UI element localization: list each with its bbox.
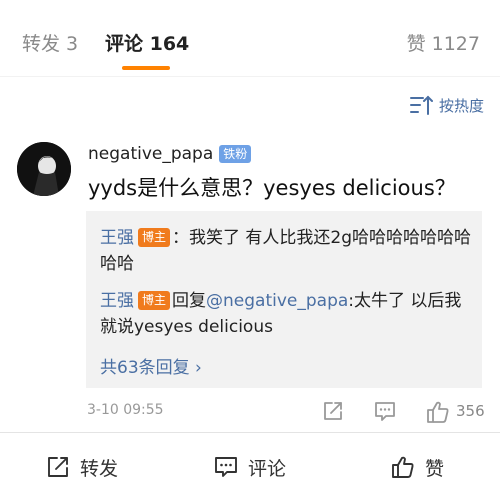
comment-text: yyds是什么意思？yesyes delicious？ (88, 176, 456, 200)
tab-repost[interactable]: 转发 3 (22, 30, 78, 58)
comment-username[interactable]: negative_papa (88, 144, 213, 164)
mention-link[interactable]: @negative_papa (206, 291, 348, 311)
fan-badge: 铁粉 (219, 145, 252, 163)
comment-timestamp: 3-10 09:55 (87, 402, 164, 418)
repost-icon (48, 457, 68, 477)
avatar[interactable] (17, 142, 71, 196)
repost-label: 转发 (80, 457, 119, 480)
active-tab-indicator (122, 66, 170, 70)
like-button[interactable]: 赞 (391, 453, 444, 481)
reply-item[interactable]: 王强 博主 ：我笑了 有人比我还2g哈哈哈哈哈哈哈哈哈 (100, 225, 474, 277)
reply-word: 回复 (172, 291, 207, 311)
avatar-image-icon (17, 142, 71, 196)
comment-meta: 3-10 09:55 356 (0, 397, 500, 427)
comment-header: negative_papa 铁粉 (88, 142, 252, 166)
sort-icon (409, 95, 433, 115)
tab-likes[interactable]: 赞 1127 (407, 30, 480, 58)
reply-author[interactable]: 王强 (100, 228, 134, 248)
comment-button[interactable]: 评论 (214, 453, 286, 481)
like-label: 赞 (425, 457, 445, 480)
comment-label: 评论 (248, 457, 287, 480)
host-badge: 博主 (138, 291, 171, 310)
thumbs-up-icon[interactable] (426, 400, 450, 424)
tab-comments[interactable]: 评论 164 (105, 30, 189, 58)
host-badge: 博主 (138, 228, 171, 247)
reply-item[interactable]: 王强 博主 回复@negative_papa:太牛了 以后我就说yesyes del… (100, 288, 474, 340)
bottom-action-bar: 转发 评论 赞 (0, 432, 500, 500)
more-replies-link[interactable]: 共63条回复 › (100, 355, 202, 381)
tab-bar: 转发 3 评论 164 赞 1127 (0, 0, 500, 76)
sort-label: 按热度 (438, 96, 484, 115)
like-count: 356 (456, 402, 485, 420)
reply-author[interactable]: 王强 (100, 291, 134, 311)
sort-by-hot-button[interactable]: 按热度 (409, 93, 484, 117)
repost-button[interactable]: 转发 (46, 453, 118, 481)
replies-box[interactable]: 王强 博主 ：我笑了 有人比我还2g哈哈哈哈哈哈哈哈哈 王强 博主 回复@negativ… (86, 211, 482, 388)
reply-comment-icon[interactable] (374, 400, 396, 422)
comment-section: 按热度 negative_papa 铁粉 yyds是什么意思？yesyes de… (0, 77, 500, 432)
share-icon[interactable] (322, 400, 344, 422)
comment-icon (215, 457, 237, 477)
like-icon (392, 456, 414, 478)
